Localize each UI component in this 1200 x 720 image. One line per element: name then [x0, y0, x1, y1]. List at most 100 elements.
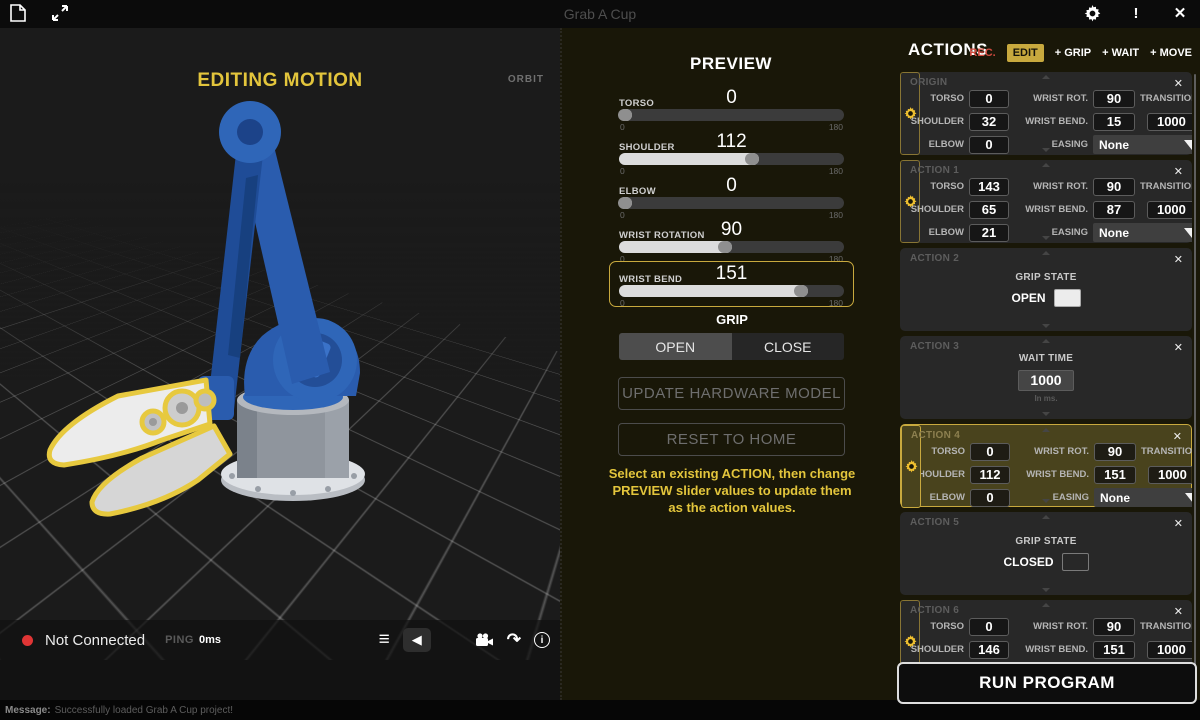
wrist-bend-value[interactable]: 151 — [1093, 641, 1135, 659]
move-down-icon[interactable] — [1042, 148, 1050, 152]
close-icon[interactable]: ✕ — [1172, 339, 1185, 356]
wrist-rot-value[interactable]: 90 — [1094, 443, 1136, 461]
slider-track[interactable] — [619, 241, 844, 253]
wrist-bend-value[interactable]: 15 — [1093, 113, 1135, 131]
action-card-name: ACTION 1 — [910, 165, 959, 176]
elbow-value[interactable]: 0 — [970, 489, 1010, 507]
close-icon[interactable]: ✕ — [1172, 603, 1185, 620]
grip-state-label: GRIP STATE — [1015, 536, 1076, 547]
wrist-rot-label: WRIST ROT. — [1015, 446, 1089, 457]
slider-thumb[interactable] — [619, 109, 632, 121]
elbow-value[interactable]: 0 — [969, 136, 1009, 154]
wrist-rot-value[interactable]: 90 — [1093, 178, 1135, 196]
wrist-rot-value[interactable]: 90 — [1093, 618, 1135, 636]
wrist-bend-value[interactable]: 87 — [1093, 201, 1135, 219]
transition-time-value[interactable]: 1000 — [1147, 641, 1192, 659]
slider-value: 151 — [610, 263, 853, 285]
slider-track[interactable] — [619, 285, 844, 297]
shoulder-value[interactable]: 65 — [969, 201, 1009, 219]
move-down-icon[interactable] — [1042, 588, 1050, 592]
transition-time-value[interactable]: 1000 — [1147, 201, 1192, 219]
move-down-icon[interactable] — [1042, 499, 1050, 503]
message-label: Message: — [5, 705, 51, 716]
slider-track[interactable] — [619, 153, 844, 165]
transition-time-value[interactable]: 1000 — [1147, 113, 1192, 131]
close-icon[interactable]: ✕ — [1172, 251, 1185, 268]
grip-section-label: GRIP — [562, 312, 902, 327]
run-program-button[interactable]: RUN PROGRAM — [897, 662, 1197, 704]
action-card-wait[interactable]: ACTION 3 ✕ WAIT TIME 1000 In ms. — [900, 336, 1192, 419]
record-button[interactable]: REC. — [969, 47, 995, 59]
app-window: Grab A Cup ! ✕ — [0, 0, 1200, 720]
preview-slider-row: WRIST ROTATION 90 0 180 — [610, 218, 853, 262]
reset-home-button[interactable]: RESET TO HOME — [618, 423, 845, 456]
slider-thumb[interactable] — [619, 153, 759, 165]
action-card-move[interactable]: ACTION 4 ✕ TORSO 0 WRIST ROT. 90 TRANSIT… — [900, 424, 1192, 507]
action-card-grip[interactable]: ACTION 5 ✕ GRIP STATE CLOSED — [900, 512, 1192, 595]
grip-state-checkbox[interactable] — [1062, 553, 1089, 571]
redo-icon[interactable]: ↷ — [507, 630, 521, 650]
rewind-icon[interactable]: ◀ — [403, 628, 431, 652]
shoulder-value[interactable]: 32 — [969, 113, 1009, 131]
wait-time-value[interactable]: 1000 — [1018, 370, 1074, 391]
action-card-move[interactable]: ACTION 1 ✕ TORSO 143 WRIST ROT. 90 TRANS… — [900, 160, 1192, 243]
chevron-down-icon — [1185, 493, 1192, 503]
slider-thumb[interactable] — [619, 285, 808, 297]
grip-state-checkbox[interactable] — [1054, 289, 1081, 307]
info-icon[interactable]: i — [534, 632, 550, 648]
settings-gear-icon[interactable] — [1082, 3, 1102, 23]
close-icon[interactable]: ✕ — [1172, 515, 1185, 532]
add-wait-button[interactable]: + WAIT — [1102, 47, 1139, 59]
move-down-icon[interactable] — [1042, 236, 1050, 240]
move-down-icon[interactable] — [1042, 324, 1050, 328]
actions-scrollbar[interactable] — [1194, 74, 1196, 684]
easing-dropdown[interactable]: None — [1093, 135, 1192, 154]
torso-value[interactable]: 0 — [969, 618, 1009, 636]
grip-open-button[interactable]: OPEN — [619, 333, 732, 360]
add-move-button[interactable]: + MOVE — [1150, 47, 1192, 59]
action-card-grip[interactable]: ACTION 2 ✕ GRIP STATE OPEN — [900, 248, 1192, 331]
viewport-3d[interactable]: EDITING MOTION ORBIT Not Connected PING … — [0, 28, 560, 660]
move-up-icon[interactable] — [1042, 515, 1050, 519]
slider-track[interactable] — [619, 197, 844, 209]
slider-thumb[interactable] — [619, 241, 732, 253]
move-up-icon[interactable] — [1042, 339, 1050, 343]
transition-time-value[interactable]: 1000 — [1148, 466, 1192, 484]
add-grip-button[interactable]: + GRIP — [1055, 47, 1091, 59]
shoulder-value[interactable]: 146 — [969, 641, 1009, 659]
slider-thumb[interactable] — [619, 197, 632, 209]
shoulder-value[interactable]: 112 — [970, 466, 1010, 484]
torso-value[interactable]: 0 — [970, 443, 1010, 461]
close-icon[interactable]: ✕ — [1171, 428, 1184, 445]
robot-arm-model[interactable] — [0, 28, 560, 660]
update-hardware-button[interactable]: UPDATE HARDWARE MODEL — [618, 377, 845, 410]
preview-title: PREVIEW — [562, 54, 900, 74]
alert-icon[interactable]: ! — [1126, 3, 1146, 23]
preview-slider-row: ELBOW 0 0 180 — [610, 174, 853, 218]
slider-track[interactable] — [619, 109, 844, 121]
close-icon[interactable]: ✕ — [1172, 163, 1185, 180]
move-up-icon[interactable] — [1042, 603, 1050, 607]
camera-icon[interactable] — [475, 633, 494, 647]
menu-icon[interactable]: ≡ — [379, 629, 389, 651]
torso-value[interactable]: 0 — [969, 90, 1009, 108]
orbit-mode-label: ORBIT — [508, 74, 544, 85]
action-card-move[interactable]: ORIGIN ✕ TORSO 0 WRIST ROT. 90 TRANSITIO… — [900, 72, 1192, 155]
wrist-bend-value[interactable]: 151 — [1094, 466, 1136, 484]
close-app-icon[interactable]: ✕ — [1170, 3, 1190, 23]
move-up-icon[interactable] — [1042, 163, 1050, 167]
message-text: Successfully loaded Grab A Cup project! — [55, 705, 233, 716]
move-up-icon[interactable] — [1042, 251, 1050, 255]
wrist-rot-value[interactable]: 90 — [1093, 90, 1135, 108]
grip-close-button[interactable]: CLOSE — [732, 333, 845, 360]
easing-dropdown[interactable]: None — [1094, 488, 1192, 507]
move-up-icon[interactable] — [1042, 75, 1050, 79]
move-down-icon[interactable] — [1042, 412, 1050, 416]
move-up-icon[interactable] — [1042, 428, 1050, 432]
connection-status-text: Not Connected — [45, 632, 145, 649]
close-icon[interactable]: ✕ — [1172, 75, 1185, 92]
easing-dropdown[interactable]: None — [1093, 223, 1192, 242]
edit-mode-button[interactable]: EDIT — [1007, 44, 1044, 62]
torso-value[interactable]: 143 — [969, 178, 1009, 196]
elbow-value[interactable]: 21 — [969, 224, 1009, 242]
